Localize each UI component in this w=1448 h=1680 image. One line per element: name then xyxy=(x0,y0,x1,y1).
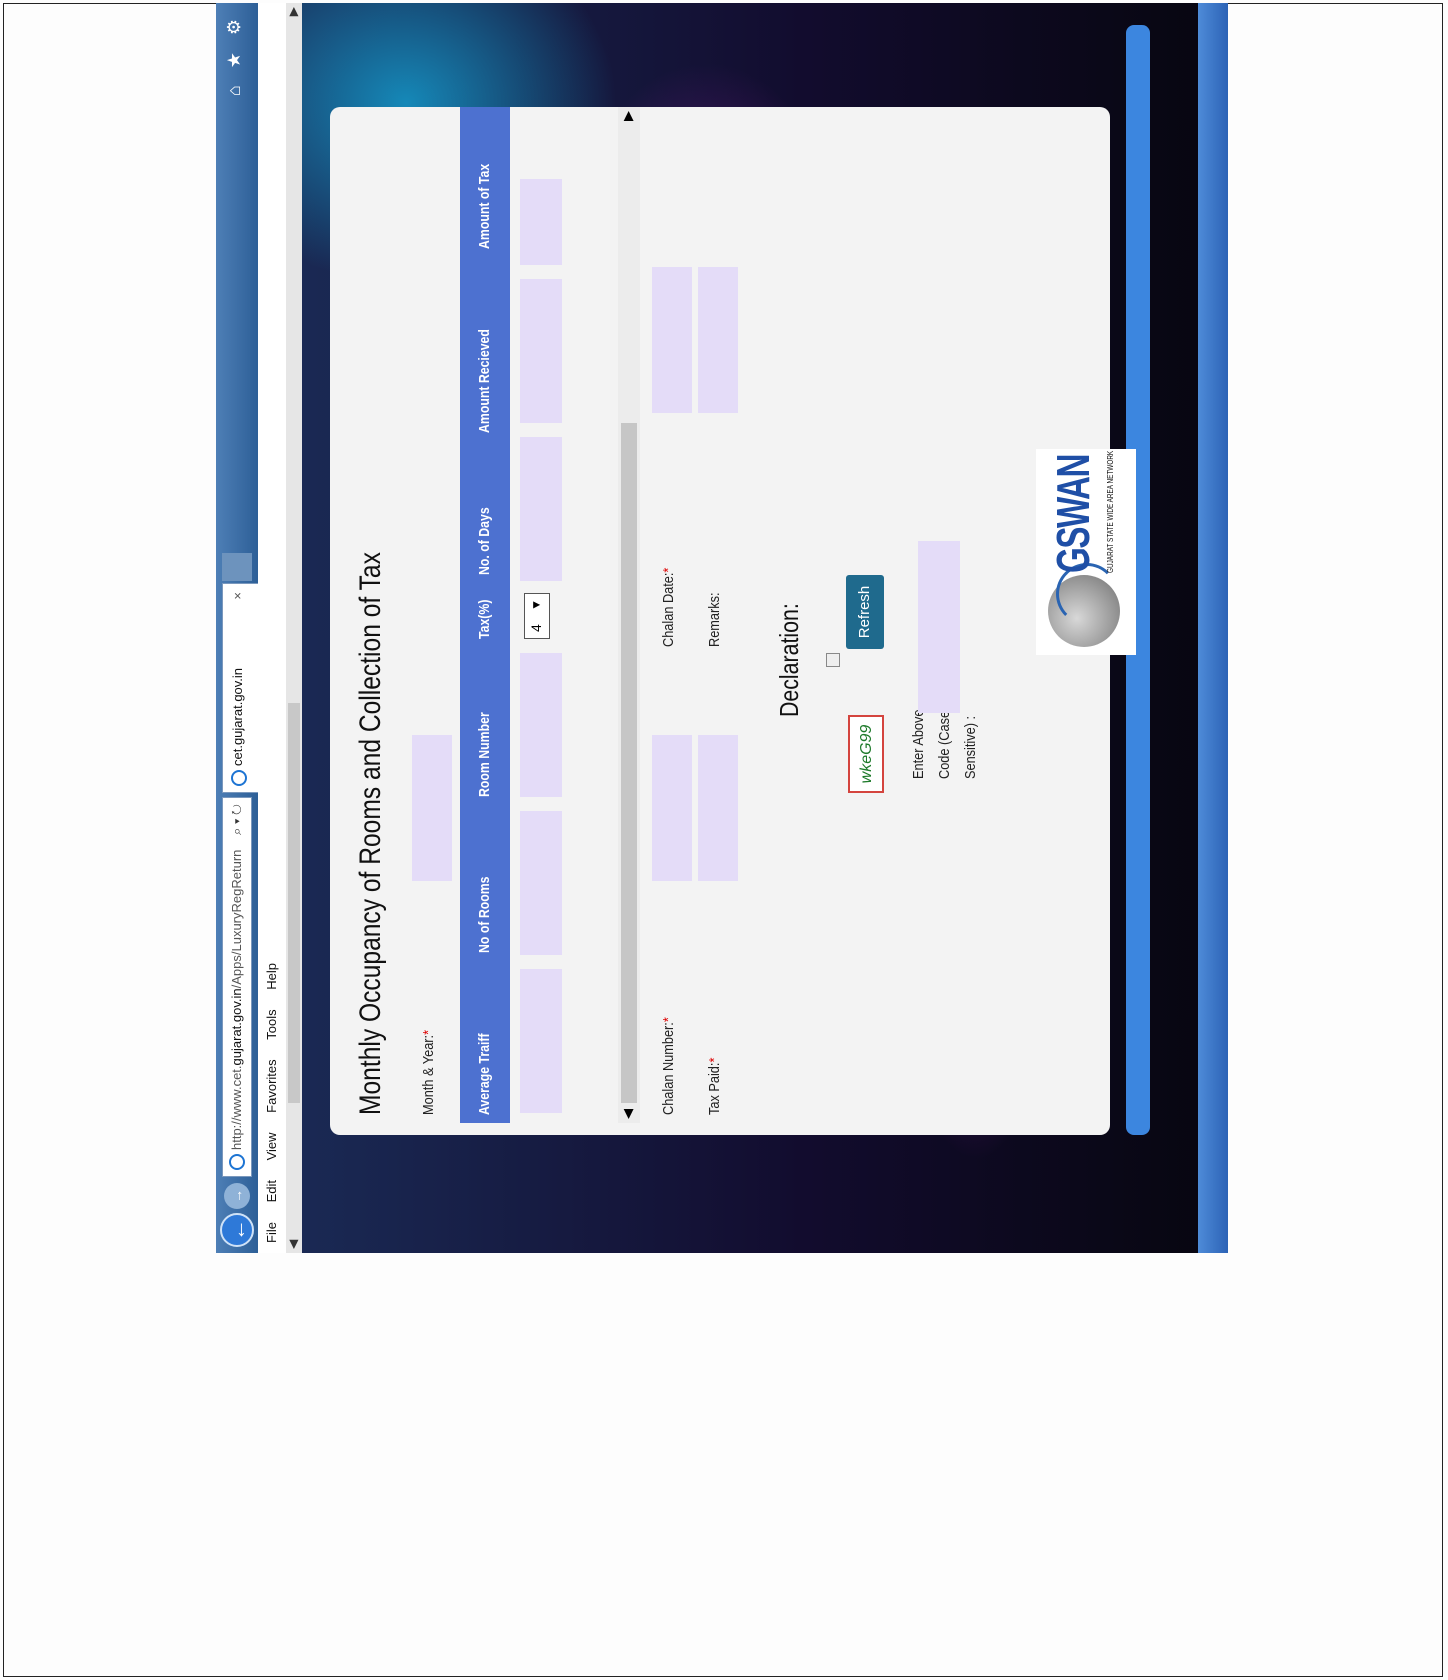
col-tax-percent: Tax(%) xyxy=(476,599,493,639)
close-tab-icon[interactable]: × xyxy=(223,592,253,600)
col-no-of-days: No. of Days xyxy=(476,507,493,575)
logo-subtitle: GUJARAT STATE WIDE AREA NETWORK xyxy=(1106,450,1115,573)
tax-paid-input[interactable] xyxy=(698,735,738,881)
chevron-down-icon: ▼ xyxy=(529,599,543,611)
chalan-number-label: Chalan Number:* xyxy=(660,1017,677,1115)
average-tariff-input[interactable] xyxy=(520,969,562,1113)
chalan-number-input[interactable] xyxy=(652,735,692,881)
grid-scroll-thumb[interactable] xyxy=(621,423,637,1103)
home-favorites-settings-icons[interactable]: ⌂ ★ ⚙ xyxy=(224,13,245,96)
required-mark: * xyxy=(706,1057,723,1063)
col-amount-of-tax: Amount of Tax xyxy=(476,163,493,249)
menu-file[interactable]: File xyxy=(264,1222,279,1243)
menu-tools[interactable]: Tools xyxy=(264,1009,279,1039)
month-year-text: Month & Year: xyxy=(420,1034,437,1115)
declaration-checkbox[interactable] xyxy=(826,653,840,667)
captcha-image: wkeG99 xyxy=(848,715,884,793)
required-mark: * xyxy=(660,567,677,573)
form-panel: Monthly Occupancy of Rooms and Collectio… xyxy=(330,107,1136,1135)
captcha-label-line-1: Enter Above xyxy=(910,709,927,779)
url-domain: gujarat.gov.in xyxy=(229,988,244,1066)
scroll-right-icon[interactable]: ▶ xyxy=(620,111,636,121)
tax-percent-select[interactable]: 4 ▼ xyxy=(524,593,550,639)
address-bar[interactable]: http://www.cet.gujarat.gov.in/Apps/Luxur… xyxy=(222,797,252,1177)
grid-body: 4 ▼ xyxy=(510,107,618,1123)
scroll-right-icon[interactable]: ▶ xyxy=(286,7,300,16)
tax-paid-label: Tax Paid:* xyxy=(706,1058,723,1115)
browser-window: ← → http://www.cet.gujarat.gov.in/Apps/L… xyxy=(216,3,1228,1253)
chalan-number-text: Chalan Number: xyxy=(660,1022,677,1115)
grid-scrollbar[interactable]: ◀ ▶ xyxy=(618,107,640,1123)
scroll-left-icon[interactable]: ◀ xyxy=(620,1109,636,1119)
gswan-logo: GSWAN GUJARAT STATE WIDE AREA NETWORK xyxy=(1036,449,1136,655)
amount-of-tax-input[interactable] xyxy=(520,179,562,265)
chalan-date-input[interactable] xyxy=(652,267,692,413)
forward-button[interactable]: → xyxy=(224,1183,250,1209)
menu-view[interactable]: View xyxy=(264,1132,279,1160)
required-mark: * xyxy=(660,1017,677,1023)
declaration-heading: Declaration: xyxy=(774,603,804,717)
remarks-label: Remarks: xyxy=(706,592,723,647)
amount-received-input[interactable] xyxy=(520,279,562,423)
grid-header: Average Traiff No of Rooms Room Number T… xyxy=(460,107,510,1123)
tax-paid-text: Tax Paid: xyxy=(706,1062,723,1115)
page-viewport: ◀ ▶ Monthly Occupancy of Rooms and Colle… xyxy=(286,3,1228,1253)
screenshot: ← → http://www.cet.gujarat.gov.in/Apps/L… xyxy=(216,3,1228,1253)
horizontal-scrollbar[interactable]: ◀ ▶ xyxy=(286,3,302,1253)
scroll-left-icon[interactable]: ◀ xyxy=(286,1240,300,1249)
tab-title: cet.gujarat.gov.in xyxy=(230,667,245,766)
new-tab-button[interactable] xyxy=(222,553,252,581)
month-year-input[interactable] xyxy=(412,735,452,881)
back-button[interactable]: ← xyxy=(220,1213,254,1247)
col-average-tariff: Average Traiff xyxy=(476,1033,493,1115)
menu-help[interactable]: Help xyxy=(264,963,279,990)
menu-favorites[interactable]: Favorites xyxy=(264,1059,279,1112)
menu-bar: File Edit View Favorites Tools Help xyxy=(258,3,287,1253)
captcha-input[interactable] xyxy=(918,541,960,713)
captcha-label: Enter Above Code (Case Sensitive) : xyxy=(906,710,984,779)
room-number-input[interactable] xyxy=(520,653,562,797)
captcha-label-line-2: Code (Case xyxy=(936,710,953,779)
chalan-date-text: Chalan Date: xyxy=(660,572,677,647)
logo-wordmark: GSWAN xyxy=(1047,455,1099,573)
chalan-date-label: Chalan Date:* xyxy=(660,568,677,647)
no-of-rooms-input[interactable] xyxy=(520,811,562,955)
tab-cet[interactable]: cet.gujarat.gov.in × xyxy=(222,583,258,793)
url-prefix: http://www.cet. xyxy=(229,1065,244,1150)
captcha-label-line-3: Sensitive) : xyxy=(962,715,979,779)
taskbar xyxy=(1198,3,1228,1253)
month-year-label: Month & Year:* xyxy=(420,1030,437,1115)
menu-edit[interactable]: Edit xyxy=(264,1180,279,1202)
ie-icon xyxy=(231,770,247,786)
tax-percent-value: 4 xyxy=(528,624,544,632)
col-room-number: Room Number xyxy=(476,712,493,797)
page-title: Monthly Occupancy of Rooms and Collectio… xyxy=(354,552,387,1115)
remarks-input[interactable] xyxy=(698,267,738,413)
required-mark: * xyxy=(420,1029,437,1035)
col-amount-received: Amount Recieved xyxy=(476,329,493,433)
no-of-days-input[interactable] xyxy=(520,437,562,581)
col-no-of-rooms: No of Rooms xyxy=(476,876,493,953)
browser-titlebar: ← → http://www.cet.gujarat.gov.in/Apps/L… xyxy=(216,3,258,1253)
refresh-button[interactable]: Refresh xyxy=(846,575,884,649)
scroll-thumb[interactable] xyxy=(288,703,300,1103)
ie-icon xyxy=(229,1154,245,1170)
search-refresh-icon[interactable]: ⌕ ▾ ↻ xyxy=(223,804,251,835)
url-path: /Apps/LuxuryRegReturn xyxy=(229,849,244,989)
